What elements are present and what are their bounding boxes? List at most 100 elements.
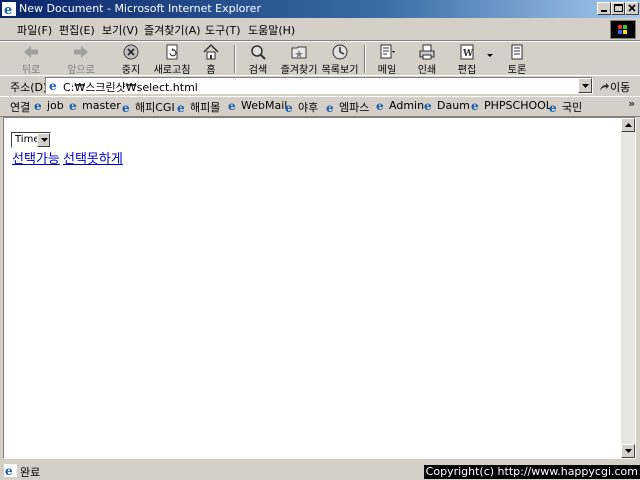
time-select[interactable]: Time: [11, 132, 51, 148]
address-bar: 주소(D) e C:₩스크린샷₩select.html 이동: [0, 75, 640, 97]
menu-edit[interactable]: 편집(E): [59, 22, 95, 38]
link-item[interactable]: e 해피CGI: [122, 99, 175, 115]
word-document-icon: W: [460, 44, 474, 60]
print-button[interactable]: 인쇄: [410, 42, 444, 76]
link-item[interactable]: e master: [69, 99, 121, 112]
menu-tools[interactable]: 도구(T): [205, 22, 241, 38]
svg-text:e: e: [326, 101, 334, 113]
more-links-chevron-icon[interactable]: »: [628, 97, 635, 110]
scroll-up-button[interactable]: [621, 118, 635, 132]
page-content: Time 선택가능 선택못하게: [3, 117, 636, 459]
address-label: 주소(D): [10, 81, 48, 94]
edit-dropdown[interactable]: [486, 42, 494, 75]
ie-page-icon: e: [69, 99, 77, 111]
copyright-watermark: Copyright(c) http://www.happycgi.com: [423, 465, 640, 479]
menu-bar: 파일(F) 편집(E) 보기(V) 즐겨찾기(A) 도구(T) 도움말(H): [0, 18, 640, 41]
menu-view[interactable]: 보기(V): [102, 22, 138, 38]
chevron-down-icon: [582, 84, 589, 88]
link-item[interactable]: e Admin: [376, 99, 424, 112]
svg-text:e: e: [376, 99, 384, 111]
scroll-down-button[interactable]: [621, 444, 635, 458]
link-item[interactable]: e PHPSCHOOL: [471, 99, 552, 112]
history-button[interactable]: 목록보기: [320, 42, 360, 76]
not-selectable-link[interactable]: 선택못하게: [63, 148, 123, 167]
ie-page-icon: e: [376, 99, 384, 111]
home-button[interactable]: 홈: [196, 42, 226, 76]
discuss-icon: [511, 44, 523, 60]
ie-page-icon: e: [471, 99, 479, 111]
menu-help[interactable]: 도움말(H): [248, 22, 295, 38]
svg-text:e: e: [228, 99, 236, 111]
chevron-down-icon: [487, 54, 493, 57]
svg-text:e: e: [34, 99, 42, 111]
minimize-button[interactable]: [597, 2, 611, 15]
menu-file[interactable]: 파일(F): [17, 22, 52, 38]
title-bar: e New Document - Microsoft Internet Expl…: [0, 0, 640, 18]
refresh-icon: [166, 44, 178, 60]
page-icon: e: [48, 79, 61, 92]
close-button[interactable]: [625, 2, 639, 15]
mail-button[interactable]: 메일: [372, 42, 402, 76]
ie-page-icon: e: [34, 99, 42, 111]
chevron-up-icon: [625, 123, 632, 127]
link-item[interactable]: e Daum: [424, 99, 470, 112]
link-item[interactable]: e job: [34, 99, 64, 112]
chevron-down-icon: [625, 449, 632, 453]
svg-text:e: e: [549, 101, 557, 113]
svg-text:e: e: [69, 99, 77, 111]
address-input[interactable]: e C:₩스크린샷₩select.html: [45, 77, 593, 94]
ie-page-icon: e: [122, 101, 130, 113]
status-text: 완료: [20, 466, 41, 479]
svg-text:e: e: [177, 101, 185, 113]
status-bar: e 완료 Copyright(c) http://www.happycgi.co…: [0, 461, 640, 480]
links-label: 연결: [10, 101, 31, 114]
svg-text:e: e: [285, 101, 293, 113]
favorites-button[interactable]: 즐겨찾기: [278, 42, 320, 76]
standard-toolbar: 뒤로 앞으로 중지 새로고침 홈 검색 즐겨찾기 목록보기 메일 인쇄 W 편집: [0, 41, 640, 76]
menu-favorites[interactable]: 즐겨찾기(A): [144, 22, 201, 38]
back-button[interactable]: 뒤로: [14, 42, 48, 76]
home-icon: [203, 43, 219, 60]
back-arrow-icon: [24, 46, 38, 58]
ie-page-icon: e: [424, 99, 432, 111]
svg-text:W: W: [462, 49, 474, 59]
search-icon: [251, 45, 266, 60]
mail-icon: [380, 44, 395, 59]
address-value: C:₩스크린샷₩select.html: [63, 81, 198, 94]
svg-text:e: e: [4, 3, 12, 16]
svg-text:e: e: [5, 464, 13, 477]
search-button[interactable]: 검색: [242, 42, 274, 76]
edit-button[interactable]: W 편집: [450, 42, 484, 76]
link-item[interactable]: e 국민: [549, 99, 582, 115]
link-item[interactable]: e 엠파스: [326, 99, 369, 115]
ie-page-icon: e: [228, 99, 236, 111]
stop-button[interactable]: 중지: [114, 42, 148, 76]
go-arrow-icon: [600, 83, 609, 91]
history-icon: [332, 44, 348, 60]
forward-arrow-icon: [74, 46, 88, 58]
windows-logo-icon: [610, 20, 636, 39]
favorites-folder-icon: [291, 46, 307, 59]
go-button[interactable]: 이동: [598, 79, 630, 95]
ie-page-icon: e: [4, 464, 17, 477]
svg-text:e: e: [122, 101, 130, 113]
maximize-button[interactable]: [611, 2, 625, 15]
refresh-button[interactable]: 새로고침: [150, 42, 194, 76]
chevron-down-icon: [41, 138, 48, 142]
links-bar: 연결 e job e master e 해피CGI e 해피몰 e WebMail e 야후…: [0, 96, 640, 117]
stop-icon: [123, 44, 139, 60]
ie-page-icon: e: [549, 101, 557, 113]
ie-page-icon: e: [285, 101, 293, 113]
discuss-button[interactable]: 토론: [500, 42, 534, 76]
ie-page-icon: e: [326, 101, 334, 113]
svg-text:e: e: [424, 99, 432, 111]
link-item[interactable]: e 야후: [285, 99, 318, 115]
address-dropdown[interactable]: [578, 78, 592, 93]
forward-button[interactable]: 앞으로: [62, 42, 100, 76]
select-dropdown-button[interactable]: [37, 133, 50, 147]
svg-text:e: e: [49, 79, 57, 92]
link-item[interactable]: e 해피몰: [177, 99, 220, 115]
selectable-link[interactable]: 선택가능: [12, 148, 60, 167]
vertical-scrollbar[interactable]: [621, 118, 635, 458]
link-item[interactable]: e WebMail: [228, 99, 287, 112]
